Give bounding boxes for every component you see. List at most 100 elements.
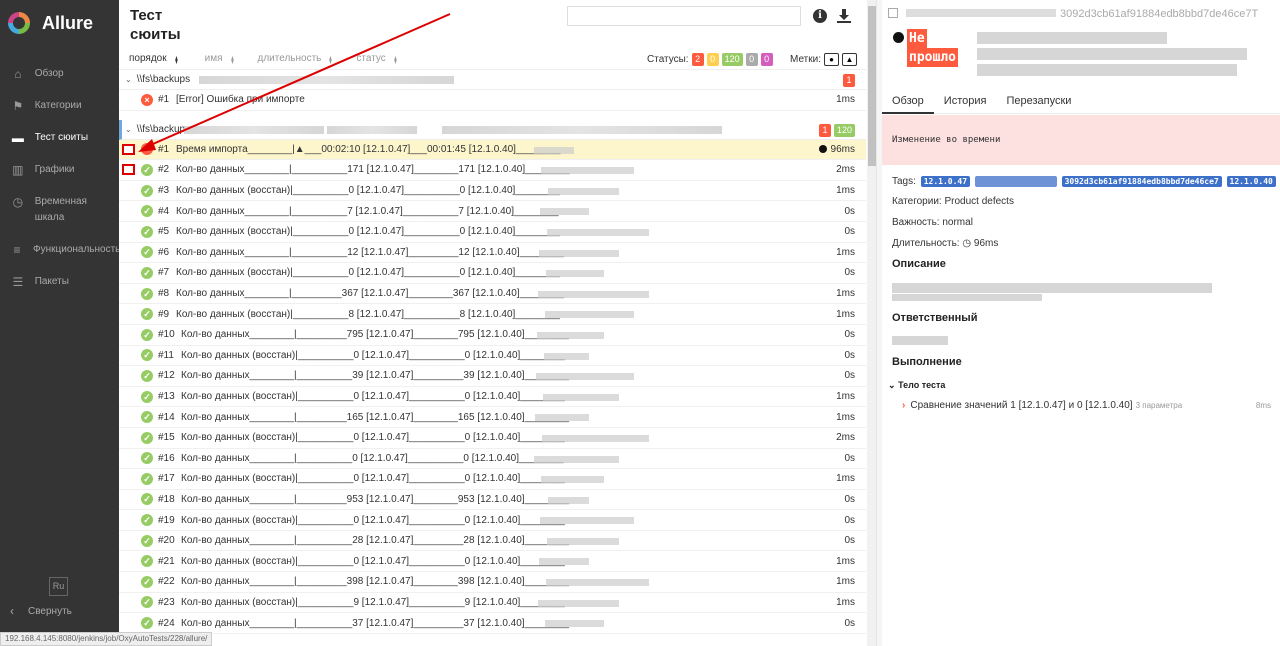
sort-0[interactable]: порядок ▲▼ bbox=[129, 53, 180, 64]
sort-1[interactable]: имя ▲▼ bbox=[205, 53, 236, 64]
status-count-4[interactable]: 0 bbox=[760, 53, 773, 66]
redacted-description bbox=[892, 283, 1212, 293]
sort-2[interactable]: длительность ▲▼ bbox=[258, 53, 335, 64]
tag-redacted[interactable] bbox=[974, 176, 1057, 187]
chevron-down-icon: ⌄ bbox=[125, 124, 132, 134]
status-count-2[interactable]: 120 bbox=[721, 53, 743, 66]
sort-3[interactable]: статус ▲▼ bbox=[356, 53, 398, 64]
test-uid: 3092d3cb61af91884edb8bbd7de46ce7T bbox=[888, 8, 1258, 20]
sidebar-item-0[interactable]: ⌂ Обзор bbox=[0, 58, 119, 90]
test-number: #21 bbox=[158, 555, 175, 567]
passed-icon: ✓ bbox=[141, 514, 153, 527]
duration-value: 0s bbox=[844, 514, 855, 526]
sidebar-item-5[interactable]: ≡ Функциональность bbox=[0, 234, 120, 266]
duration-value: 1ms bbox=[836, 94, 855, 106]
copy-icon[interactable] bbox=[888, 8, 898, 18]
tag[interactable]: 3092d3cb61af91884edb8bbd7de46ce7 bbox=[1061, 176, 1222, 187]
collapse-button[interactable]: ‹ Свернуть bbox=[10, 604, 72, 618]
test-row[interactable]: ✓ #10 Кол-во данных________|_________795 [… bbox=[119, 325, 866, 346]
test-row[interactable]: ✓ #20 Кол-во данных________|__________28 [… bbox=[119, 531, 866, 552]
tag[interactable]: 12.1.0.40 bbox=[1226, 176, 1276, 187]
suite-name: \\fs\backups bbox=[136, 74, 191, 85]
test-row[interactable]: × #1 [Error] Ошибка при импорте 1ms bbox=[119, 90, 866, 111]
tab-2[interactable]: Перезапуски bbox=[996, 90, 1081, 113]
test-row[interactable]: ✓ #3 Кол-во данных (восстан)|__________0 [… bbox=[119, 181, 866, 202]
passed-icon: ✓ bbox=[141, 246, 153, 259]
sidebar-item-label: Временная шкала bbox=[34, 196, 87, 223]
test-row[interactable]: ✓ #19 Кол-во данных (восстан)|__________0 … bbox=[119, 510, 866, 531]
test-row[interactable]: ✓ #15 Кол-во данных (восстан)|__________0 … bbox=[119, 428, 866, 449]
test-duration: 1ms bbox=[836, 288, 855, 299]
detail-tabs: Обзор История Перезапуски bbox=[882, 90, 1280, 114]
status-count-1[interactable]: 0 bbox=[706, 53, 719, 66]
test-row[interactable]: ✓ #18 Кол-во данных________|_________953 [… bbox=[119, 490, 866, 511]
suite-group[interactable]: ⌄ \\fs\backups 1 bbox=[119, 70, 866, 90]
test-row[interactable]: ✓ #7 Кол-во данных (восстан)|__________0 [… bbox=[119, 263, 866, 284]
test-row[interactable]: ✓ #8 Кол-во данных________|_________367 [1… bbox=[119, 284, 866, 305]
redacted-title bbox=[977, 48, 1247, 60]
passed-icon: ✓ bbox=[141, 617, 153, 630]
status-failed-line2: прошло bbox=[907, 48, 958, 67]
test-row[interactable]: ✓ #13 Кол-во данных (восстан)|__________0 … bbox=[119, 387, 866, 408]
test-row[interactable]: ✓ #16 Кол-во данных________|__________0 [1… bbox=[119, 449, 866, 470]
test-row[interactable]: ✓ #2 Кол-во данных________|__________171 [… bbox=[119, 160, 866, 181]
test-number: #16 bbox=[158, 452, 175, 464]
test-row[interactable]: ✓ #12 Кол-во данных________|__________39 [… bbox=[119, 366, 866, 387]
sidebar-item-6[interactable]: ☰ Пакеты bbox=[0, 266, 119, 298]
test-number: #14 bbox=[158, 411, 175, 423]
duration-value: 0s bbox=[844, 205, 855, 217]
test-name: Кол-во данных________|_________165 [12.1… bbox=[181, 411, 570, 423]
flaky-mark-toggle[interactable]: ● bbox=[824, 53, 839, 66]
test-step[interactable]: › Сравнение значений 1 [12.1.0.47] и 0 [1… bbox=[902, 400, 1274, 411]
duration-value: 0s bbox=[844, 370, 855, 382]
passed-icon: ✓ bbox=[141, 205, 153, 218]
download-icon[interactable] bbox=[836, 8, 852, 24]
search-input[interactable] bbox=[567, 6, 801, 26]
sidebar-item-1[interactable]: ⚑ Категории bbox=[0, 90, 119, 122]
sidebar-item-4[interactable]: ◷ Временная шкала bbox=[0, 186, 119, 234]
test-row[interactable]: ✓ #6 Кол-во данных________|__________12 [1… bbox=[119, 243, 866, 264]
test-row[interactable]: ✓ #22 Кол-во данных________|_________398 [… bbox=[119, 572, 866, 593]
duration-value: 0s bbox=[844, 349, 855, 361]
info-icon[interactable]: i bbox=[813, 9, 827, 23]
duration-value: 0s bbox=[844, 329, 855, 341]
brand[interactable]: Allure bbox=[0, 0, 119, 46]
tag[interactable]: 12.1.0.47 bbox=[920, 176, 971, 187]
test-duration: 2ms bbox=[836, 164, 855, 175]
redacted-text bbox=[537, 331, 604, 339]
sidebar-item-label: Пакеты bbox=[34, 276, 69, 287]
chevron-right-icon: › bbox=[902, 400, 906, 411]
test-number: #13 bbox=[158, 391, 175, 403]
test-row[interactable]: ✓ #5 Кол-во данных (восстан)|__________0 [… bbox=[119, 222, 866, 243]
tab-1[interactable]: История bbox=[934, 90, 997, 113]
warning-mark-toggle[interactable]: ▲ bbox=[842, 53, 857, 66]
test-name: Кол-во данных (восстан)|__________0 [12.… bbox=[181, 473, 565, 485]
test-row[interactable]: ✓ #11 Кол-во данных (восстан)|__________0 … bbox=[119, 346, 866, 367]
test-row[interactable]: ✓ #14 Кол-во данных________|_________165 [… bbox=[119, 407, 866, 428]
test-row[interactable]: ✓ #9 Кол-во данных (восстан)|__________8 [… bbox=[119, 304, 866, 325]
test-body-toggle[interactable]: ⌄ Тело теста bbox=[888, 380, 945, 391]
sidebar-item-2[interactable]: ▬ Тест сюиты bbox=[0, 122, 119, 154]
language-switch[interactable]: Ru bbox=[49, 577, 68, 596]
test-row[interactable]: ✓ #4 Кол-во данных________|__________7 [12… bbox=[119, 201, 866, 222]
test-row[interactable]: ✓ #24 Кол-во данных________|__________37 [… bbox=[119, 613, 866, 634]
test-duration: 0s bbox=[844, 350, 855, 361]
test-number: #10 bbox=[158, 329, 175, 341]
suites-tree: ⌄ \\fs\backups 1 × #1 [Error] Ошибка при импо… bbox=[119, 70, 866, 634]
tab-0[interactable]: Обзор bbox=[882, 90, 934, 114]
status-count-3[interactable]: 0 bbox=[745, 53, 758, 66]
test-row[interactable]: × #1 Время импорта________|▲___00:02:10 [1… bbox=[119, 139, 866, 161]
test-name: Кол-во данных (восстан)|__________0 [12.… bbox=[176, 226, 560, 238]
test-duration: 0s bbox=[844, 494, 855, 505]
test-name: Кол-во данных (восстан)|__________0 [12.… bbox=[181, 391, 565, 403]
suite-group[interactable]: ⌄ \\fs\backup 1 120 bbox=[119, 119, 866, 140]
test-row[interactable]: ✓ #21 Кол-во данных (восстан)|__________0 … bbox=[119, 551, 866, 573]
test-name: Кол-во данных (восстан)|__________0 [12.… bbox=[176, 185, 560, 197]
status-count-0[interactable]: 2 bbox=[691, 53, 704, 66]
test-row[interactable]: ✓ #17 Кол-во данных (восстан)|__________0 … bbox=[119, 469, 866, 490]
test-row[interactable]: ✓ #23 Кол-во данных (восстан)|__________9 … bbox=[119, 593, 866, 614]
duration-value: 1ms bbox=[836, 596, 855, 608]
scrollbar-thumb[interactable] bbox=[868, 6, 876, 166]
sidebar-item-3[interactable]: ▥ Графики bbox=[0, 154, 119, 186]
